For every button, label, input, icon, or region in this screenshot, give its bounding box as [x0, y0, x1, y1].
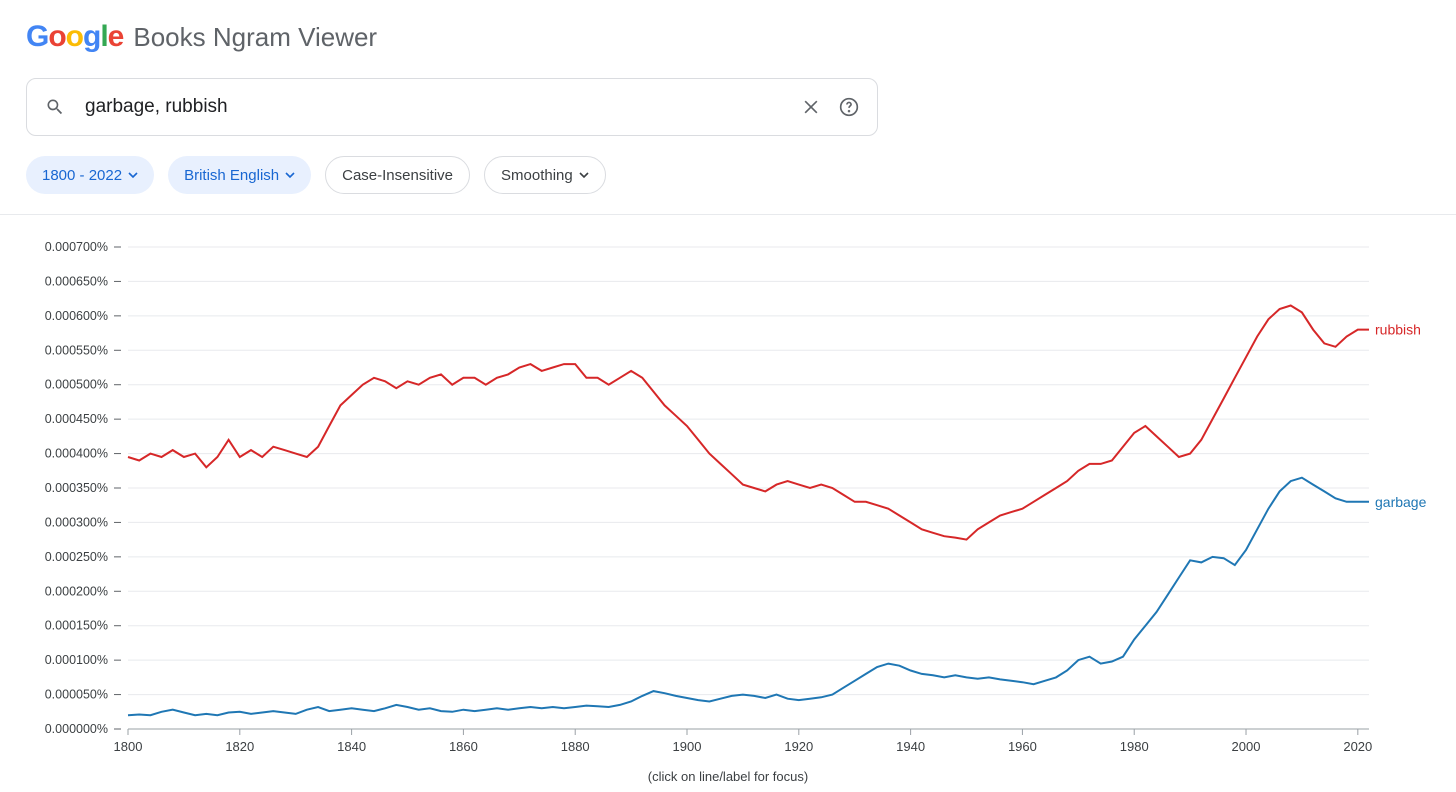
chevron-down-icon: [128, 170, 138, 180]
svg-text:0.000350%: 0.000350%: [45, 481, 108, 495]
corpus-chip[interactable]: British English: [168, 156, 311, 194]
svg-text:0.000200%: 0.000200%: [45, 584, 108, 598]
page-title: Google Books Ngram Viewer: [26, 20, 1430, 54]
case-label: Case-Insensitive: [342, 167, 453, 184]
chevron-down-icon: [285, 170, 295, 180]
search-icon: [45, 97, 65, 117]
filter-chips: 1800 - 2022 British English Case-Insensi…: [26, 156, 1430, 194]
google-logo: Google: [26, 20, 123, 54]
svg-text:1820: 1820: [225, 739, 254, 754]
svg-text:0.000400%: 0.000400%: [45, 447, 108, 461]
series-rubbish[interactable]: [128, 306, 1369, 540]
svg-text:0.000100%: 0.000100%: [45, 653, 108, 667]
svg-text:0.000050%: 0.000050%: [45, 688, 108, 702]
svg-text:1980: 1980: [1120, 739, 1149, 754]
svg-text:1840: 1840: [337, 739, 366, 754]
svg-text:1800: 1800: [114, 739, 143, 754]
svg-text:1960: 1960: [1008, 739, 1037, 754]
year-range-chip[interactable]: 1800 - 2022: [26, 156, 154, 194]
help-icon[interactable]: [839, 97, 859, 117]
svg-text:1920: 1920: [784, 739, 813, 754]
svg-text:0.000450%: 0.000450%: [45, 412, 108, 426]
series-label-rubbish[interactable]: rubbish: [1375, 322, 1421, 338]
svg-text:1900: 1900: [673, 739, 702, 754]
svg-text:2000: 2000: [1232, 739, 1261, 754]
smoothing-chip[interactable]: Smoothing: [484, 156, 606, 194]
series-garbage[interactable]: [128, 478, 1369, 716]
corpus-label: British English: [184, 167, 279, 184]
svg-text:0.000600%: 0.000600%: [45, 309, 108, 323]
ngram-chart[interactable]: 0.000000% 0.000050% 0.000100% 0.000150% 0.00…: [0, 215, 1456, 784]
svg-text:0.000150%: 0.000150%: [45, 619, 108, 633]
svg-text:0.000300%: 0.000300%: [45, 515, 108, 529]
search-input[interactable]: [85, 96, 783, 118]
svg-text:0.000000%: 0.000000%: [45, 722, 108, 736]
product-name: Books Ngram Viewer: [133, 22, 377, 53]
close-icon[interactable]: [801, 97, 821, 117]
svg-text:1860: 1860: [449, 739, 478, 754]
svg-text:0.000700%: 0.000700%: [45, 240, 108, 254]
svg-text:0.000250%: 0.000250%: [45, 550, 108, 564]
year-range-label: 1800 - 2022: [42, 167, 122, 184]
case-chip[interactable]: Case-Insensitive: [325, 156, 470, 194]
search-container: [26, 78, 878, 136]
svg-text:0.000650%: 0.000650%: [45, 274, 108, 288]
svg-text:1940: 1940: [896, 739, 925, 754]
svg-text:0.000550%: 0.000550%: [45, 343, 108, 357]
chevron-down-icon: [579, 170, 589, 180]
svg-text:2020: 2020: [1343, 739, 1372, 754]
svg-text:0.000500%: 0.000500%: [45, 378, 108, 392]
series-label-garbage[interactable]: garbage: [1375, 494, 1427, 510]
svg-text:1880: 1880: [561, 739, 590, 754]
chart-caption: (click on line/label for focus): [26, 769, 1430, 784]
smoothing-label: Smoothing: [501, 167, 573, 184]
